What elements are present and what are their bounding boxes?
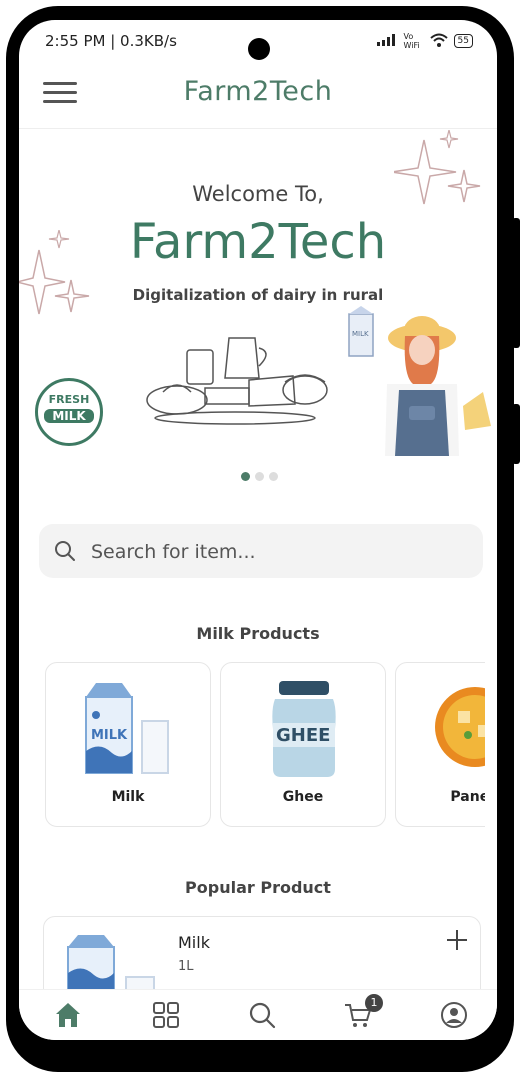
fresh-milk-badge: FRESH MILK — [35, 378, 103, 446]
battery-icon: 55 — [453, 34, 473, 48]
wifi-icon — [429, 33, 448, 50]
search-icon[interactable] — [247, 1000, 277, 1030]
screen: 2:55 PM | 0.3KB/s Vo WiFi 55 Farm2Tech W… — [19, 20, 497, 1040]
product-name: Milk — [178, 933, 210, 952]
status-time: 2:55 PM | 0.3KB/s — [45, 32, 177, 50]
ghee-jar-icon: GHEE — [272, 681, 336, 777]
banner-tagline: Digitalization of dairy in rural — [132, 286, 384, 304]
dairy-illustration — [146, 337, 328, 425]
status-icons: Vo WiFi 55 — [376, 32, 473, 50]
carousel-dot-1[interactable] — [241, 472, 250, 481]
power-button — [512, 218, 520, 348]
milk-carton-icon: MILK — [85, 683, 169, 774]
home-icon[interactable] — [53, 1000, 83, 1030]
vowifi-label: Vo WiFi — [403, 32, 420, 50]
search-icon — [55, 541, 75, 561]
category-card-paneer[interactable]: Paneer — [395, 662, 485, 827]
carousel-dot-2[interactable] — [255, 472, 264, 481]
badge-text-milk: MILK — [44, 409, 94, 423]
app-bar: Farm2Tech — [19, 64, 497, 129]
signal-icon — [376, 33, 398, 49]
badge-text-fresh: FRESH — [48, 393, 90, 406]
search-bar[interactable] — [39, 524, 483, 580]
hero-banner[interactable]: Welcome To, Farm2Tech Digitalization of … — [19, 130, 497, 481]
category-card-milk[interactable]: MILK Milk — [45, 662, 211, 827]
product-quantity: 1L — [178, 959, 194, 974]
carton-text: MILK — [352, 330, 369, 338]
welcome-text: Welcome To, — [192, 182, 324, 206]
bottom-navigation: 1 — [19, 989, 497, 1040]
banner-brand: Farm2Tech — [129, 214, 387, 270]
cart-count-badge: 1 — [365, 994, 383, 1012]
cart-button[interactable]: 1 — [343, 994, 383, 1030]
app-title: Farm2Tech — [183, 76, 333, 107]
category-label: Ghee — [282, 789, 324, 805]
milk-products-title: Milk Products — [196, 624, 320, 643]
carousel-dot-3[interactable] — [269, 472, 278, 481]
search-input[interactable] — [89, 524, 473, 580]
farmer-illustration: MILK — [348, 306, 491, 456]
volume-button — [512, 404, 520, 464]
carousel-dots — [241, 472, 278, 481]
category-label: Paneer — [450, 789, 485, 805]
profile-icon[interactable] — [439, 1000, 469, 1030]
front-camera — [248, 38, 270, 60]
popular-product-title: Popular Product — [185, 878, 331, 897]
ghee-jar-text: GHEE — [276, 725, 330, 746]
category-card-ghee[interactable]: GHEE Ghee — [220, 662, 386, 827]
categories-icon[interactable] — [151, 1000, 181, 1030]
paneer-dish-icon — [435, 687, 485, 767]
status-bar: 2:55 PM | 0.3KB/s Vo WiFi 55 — [19, 20, 497, 62]
milk-products-row[interactable]: MILK Milk GHEE Ghee Paneer — [45, 662, 485, 827]
category-label: Milk — [111, 789, 145, 805]
add-to-cart-button[interactable] — [444, 927, 470, 953]
milk-carton-text: MILK — [91, 728, 128, 743]
